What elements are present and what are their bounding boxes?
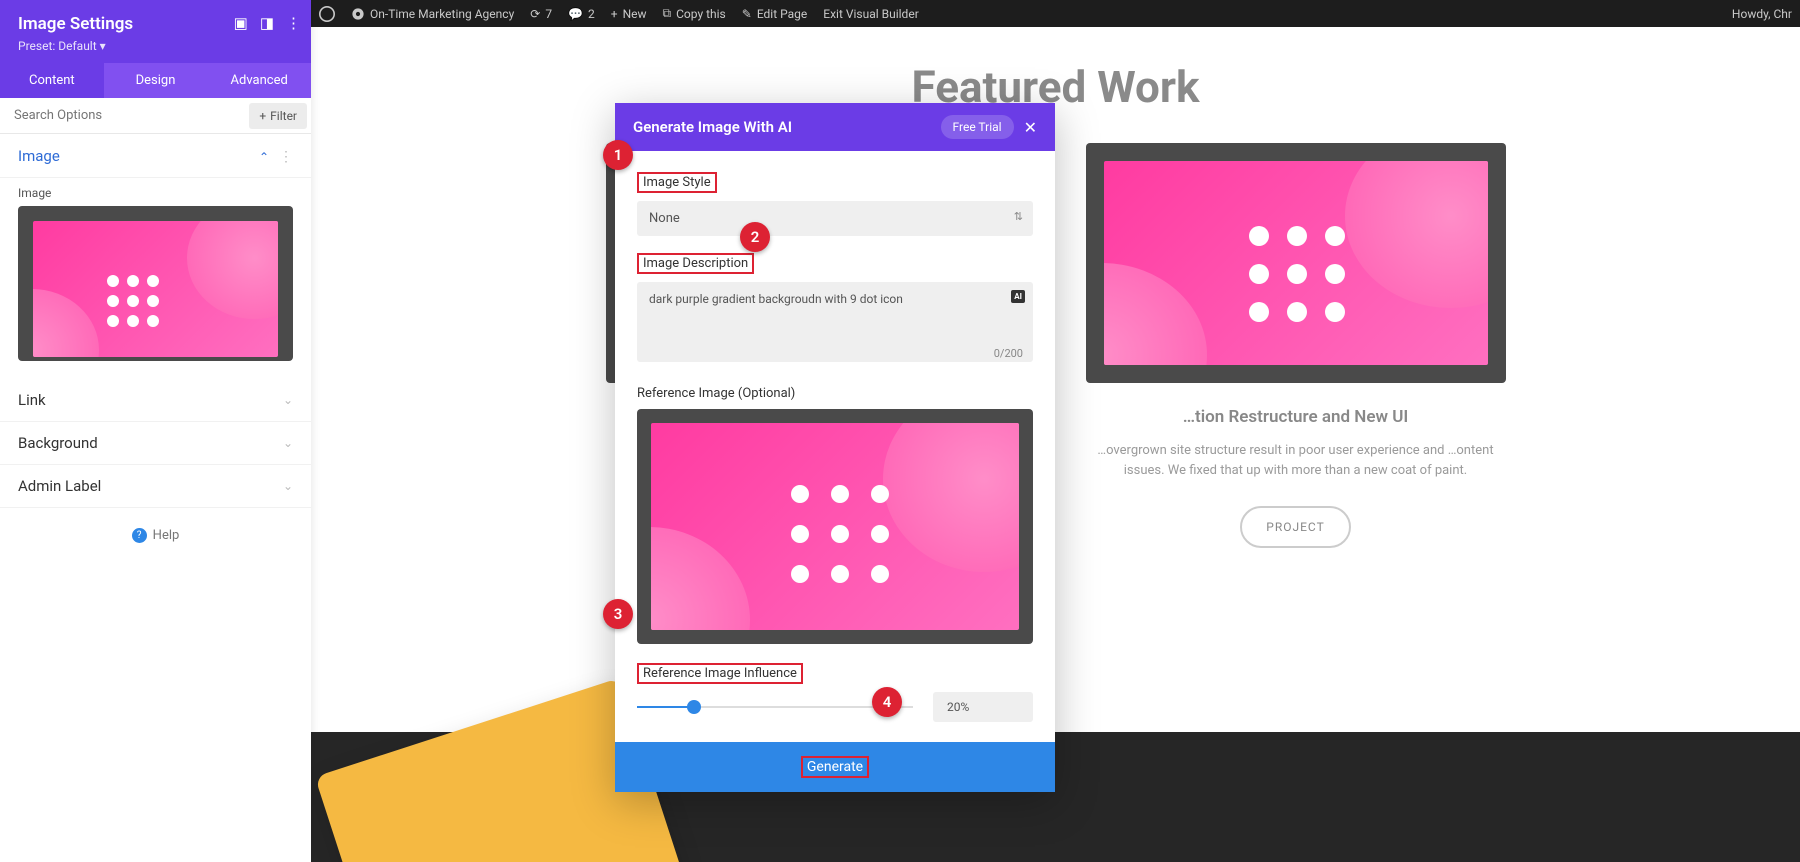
search-row: +Filter xyxy=(0,98,311,134)
comments-link[interactable]: 💬2 xyxy=(560,0,603,27)
tab-content[interactable]: Content xyxy=(0,63,104,98)
close-icon[interactable]: ✕ xyxy=(1024,118,1037,137)
section-image-body: Image xyxy=(0,178,311,379)
reference-influence-label: Reference Image Influence xyxy=(637,663,803,684)
sidebar-tabs: Content Design Advanced xyxy=(0,63,311,98)
wp-admin-bar: On-Time Marketing Agency ⟳7 💬2 +New ⧉Cop… xyxy=(311,0,1800,27)
page-canvas: Featured Work We… Our… dating co… VIEW P… xyxy=(311,27,1800,862)
chevron-down-icon: ⌄ xyxy=(283,393,293,407)
generate-image-modal: Generate Image With AI Free Trial ✕ Imag… xyxy=(615,103,1055,792)
filter-button[interactable]: +Filter xyxy=(249,103,307,129)
search-input[interactable] xyxy=(0,98,245,133)
howdy-link[interactable]: Howdy, Chr xyxy=(1724,0,1800,27)
section-link-header[interactable]: Link⌄ xyxy=(0,379,311,422)
comment-icon: 💬 xyxy=(568,7,583,21)
copy-icon: ⧉ xyxy=(663,6,672,21)
section-admin-label-header[interactable]: Admin Label⌄ xyxy=(0,465,311,508)
modal-header: Generate Image With AI Free Trial ✕ xyxy=(615,103,1055,151)
featured-card-2: …tion Restructure and New UI …overgrown … xyxy=(1086,143,1506,548)
help-icon: ? xyxy=(132,528,147,543)
section-background-header[interactable]: Background⌄ xyxy=(0,422,311,465)
annotation-badge-3: 3 xyxy=(603,599,633,629)
image-description-label: Image Description xyxy=(637,253,754,274)
site-name[interactable]: On-Time Marketing Agency xyxy=(343,0,522,27)
modal-title: Generate Image With AI xyxy=(633,118,931,136)
image-thumbnail[interactable] xyxy=(18,206,293,361)
card-desc: …overgrown site structure result in poor… xyxy=(1086,441,1506,480)
image-label: Image xyxy=(18,186,293,200)
annotation-badge-1: 1 xyxy=(603,140,633,170)
plus-icon: + xyxy=(611,7,618,21)
wp-logo[interactable] xyxy=(311,0,343,27)
dock-icon[interactable]: ◨ xyxy=(260,14,274,32)
settings-sidebar: Image Settings Preset: Default ▾ ▣ ◨ ⋮ C… xyxy=(0,0,311,862)
dots-icon[interactable]: ⋮ xyxy=(279,149,293,165)
influence-value[interactable]: 20% xyxy=(933,692,1033,722)
section-image-header[interactable]: Image ⌃⋮ xyxy=(0,134,311,178)
tab-advanced[interactable]: Advanced xyxy=(207,63,311,98)
image-style-label: Image Style xyxy=(637,172,717,193)
preset-selector[interactable]: Preset: Default ▾ xyxy=(18,39,293,53)
card-title: …tion Restructure and New UI xyxy=(1086,407,1506,427)
view-project-button[interactable]: PROJECT xyxy=(1240,506,1350,548)
reference-image[interactable] xyxy=(637,409,1033,644)
image-style-select[interactable]: None xyxy=(637,201,1033,236)
reference-image-label: Reference Image (Optional) xyxy=(637,386,795,401)
tab-design[interactable]: Design xyxy=(104,63,208,98)
pencil-icon: ✎ xyxy=(742,7,752,21)
annotation-badge-4: 4 xyxy=(872,687,902,717)
free-trial-badge[interactable]: Free Trial xyxy=(941,115,1014,139)
help-link[interactable]: ?Help xyxy=(0,508,311,563)
char-counter: 0/200 xyxy=(994,347,1023,360)
ai-icon[interactable]: AI xyxy=(1011,290,1025,303)
page-title: Featured Work xyxy=(311,61,1800,113)
image-description-input[interactable] xyxy=(637,282,1033,362)
refresh-icon: ⟳ xyxy=(530,7,540,21)
chevron-down-icon: ⌄ xyxy=(283,436,293,450)
new-link[interactable]: +New xyxy=(603,0,655,27)
updates-link[interactable]: ⟳7 xyxy=(522,0,560,27)
more-icon[interactable]: ⋮ xyxy=(286,14,301,32)
annotation-badge-2: 2 xyxy=(740,222,770,252)
chevron-up-icon: ⌃ xyxy=(259,150,269,164)
expand-icon[interactable]: ▣ xyxy=(234,14,248,32)
sidebar-header: Image Settings Preset: Default ▾ ▣ ◨ ⋮ xyxy=(0,0,311,63)
card-image[interactable] xyxy=(1086,143,1506,383)
chevron-down-icon: ⌄ xyxy=(283,479,293,493)
generate-button[interactable]: Generate xyxy=(801,756,869,778)
edit-page-link[interactable]: ✎Edit Page xyxy=(734,0,816,27)
modal-footer: Generate xyxy=(615,742,1055,792)
copy-link[interactable]: ⧉Copy this xyxy=(655,0,734,27)
exit-vb-link[interactable]: Exit Visual Builder xyxy=(815,0,927,27)
plus-icon: + xyxy=(259,109,266,123)
